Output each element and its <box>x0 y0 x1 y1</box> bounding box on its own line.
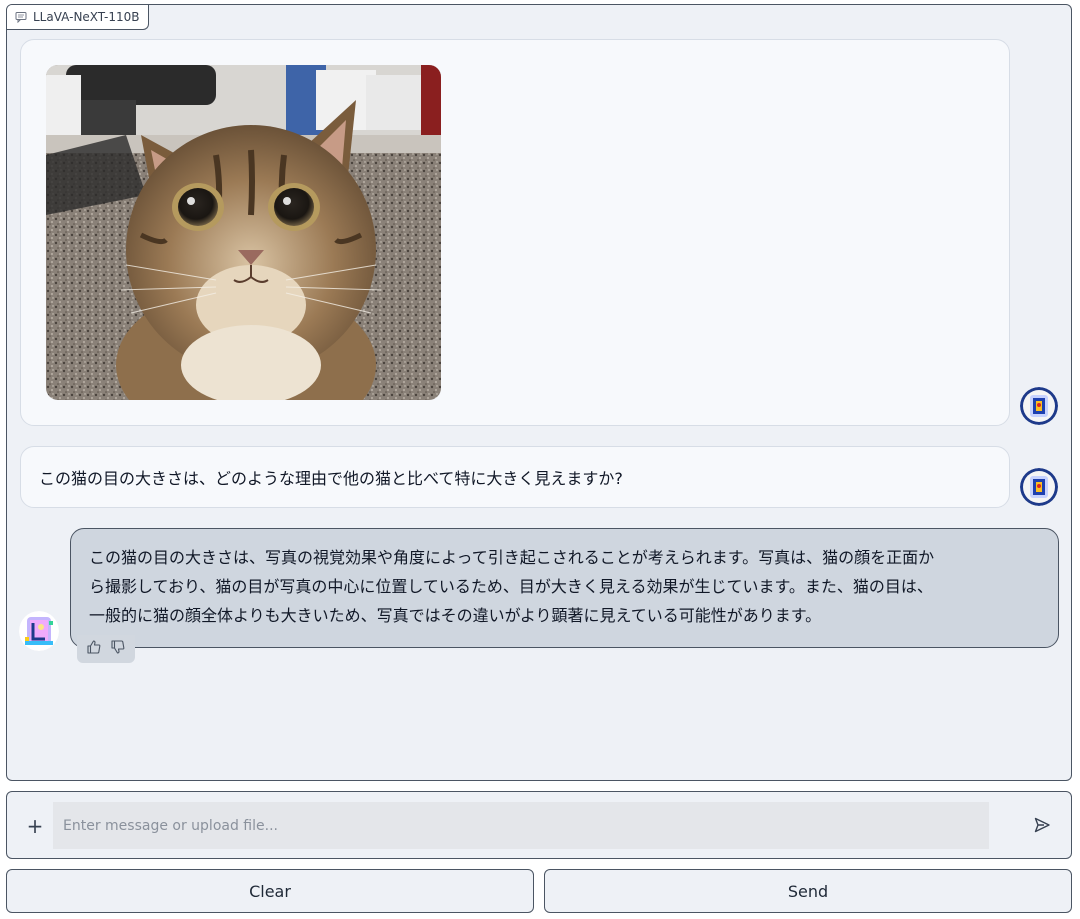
cat-photo[interactable] <box>46 65 441 400</box>
chatbot-panel: LLaVA-NeXT-110B この猫の目の大きさは、どのような理由で他の猫と比… <box>6 4 1072 781</box>
bot-answer-line: ら撮影しており、猫の目が写真の中心に位置しているため、目が大きく見える効果が生じ… <box>89 577 933 596</box>
user-message-text: この猫の目の大きさは、どのような理由で他の猫と比べて特に大きく見えますか? <box>20 446 1010 508</box>
model-label: LLaVA-NeXT-110B <box>7 5 149 30</box>
bot-answer-line: この猫の目の大きさは、写真の視覚効果や角度によって引き起こされることが考えられま… <box>89 548 935 567</box>
thumbs-down-icon[interactable] <box>110 639 126 659</box>
bot-avatar <box>19 611 59 651</box>
chat-bubble-icon <box>15 11 27 23</box>
send-button[interactable]: Send <box>544 869 1072 913</box>
user-message-image <box>20 39 1010 426</box>
send-arrow-icon[interactable] <box>1033 816 1053 836</box>
bot-message: この猫の目の大きさは、写真の視覚効果や角度によって引き起こされることが考えられま… <box>70 528 1059 648</box>
message-input-bar: + <box>6 791 1072 859</box>
feedback-bar <box>77 635 135 663</box>
thumbs-up-icon[interactable] <box>86 639 102 659</box>
bot-answer-line: 一般的に猫の顔全体よりも大きいため、写真ではその違いがより顕著に見えている可能性… <box>89 606 822 625</box>
user-avatar <box>1020 468 1058 506</box>
model-name: LLaVA-NeXT-110B <box>33 10 140 24</box>
clear-button[interactable]: Clear <box>6 869 534 913</box>
user-question-text: この猫の目の大きさは、どのような理由で他の猫と比べて特に大きく見えますか? <box>39 469 623 488</box>
upload-button[interactable]: + <box>25 814 45 838</box>
user-avatar <box>1020 387 1058 425</box>
message-input[interactable] <box>53 802 989 849</box>
